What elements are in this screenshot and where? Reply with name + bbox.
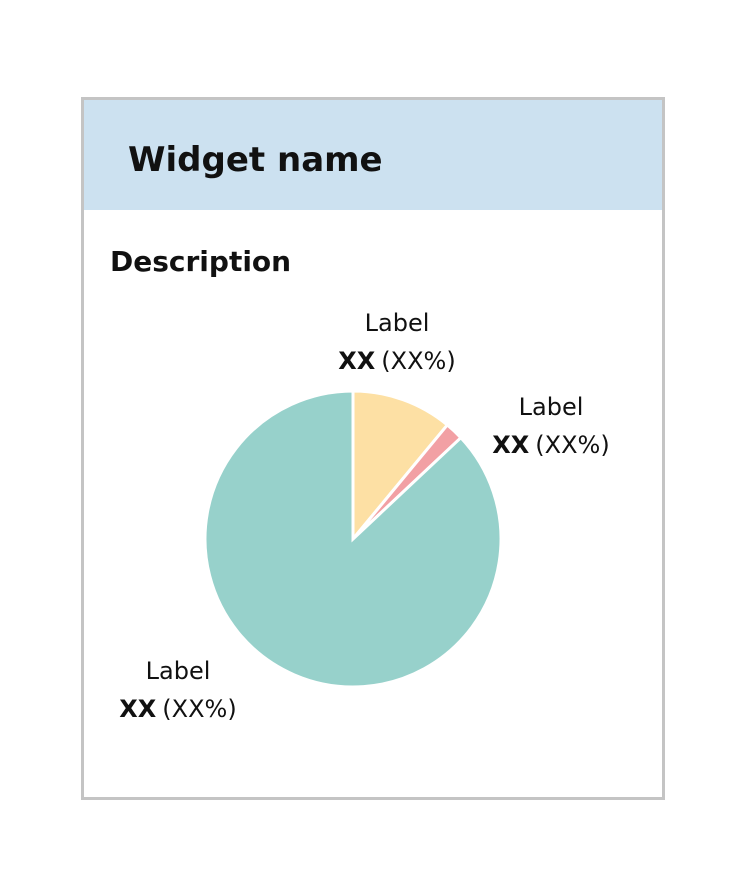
slice-label-1-percent: (XX%) (381, 347, 455, 375)
slice-label-2-percent: (XX%) (535, 431, 609, 459)
slice-label-1-name: Label (365, 309, 430, 337)
slice-label-3-percent: (XX%) (162, 695, 236, 723)
slice-label-1-value-line: XX (XX%) (338, 347, 455, 375)
slice-label-2-name: Label (519, 393, 584, 421)
slice-label-2-value-line: XX (XX%) (492, 431, 609, 459)
slice-label-2-value: XX (492, 431, 530, 459)
slice-label-3-name: Label (146, 657, 211, 685)
slice-label-3: Label XX (XX%) (119, 657, 236, 723)
slice-label-3-value-line: XX (XX%) (119, 695, 236, 723)
slice-label-1-value: XX (338, 347, 376, 375)
slice-label-2: Label XX (XX%) (492, 393, 609, 459)
pie-chart: Label XX (XX%) Label XX (XX%) Label XX (XX%… (119, 309, 609, 723)
slice-label-1: Label XX (XX%) (338, 309, 455, 375)
slice-label-3-value: XX (119, 695, 157, 723)
pie-slices (203, 389, 503, 689)
